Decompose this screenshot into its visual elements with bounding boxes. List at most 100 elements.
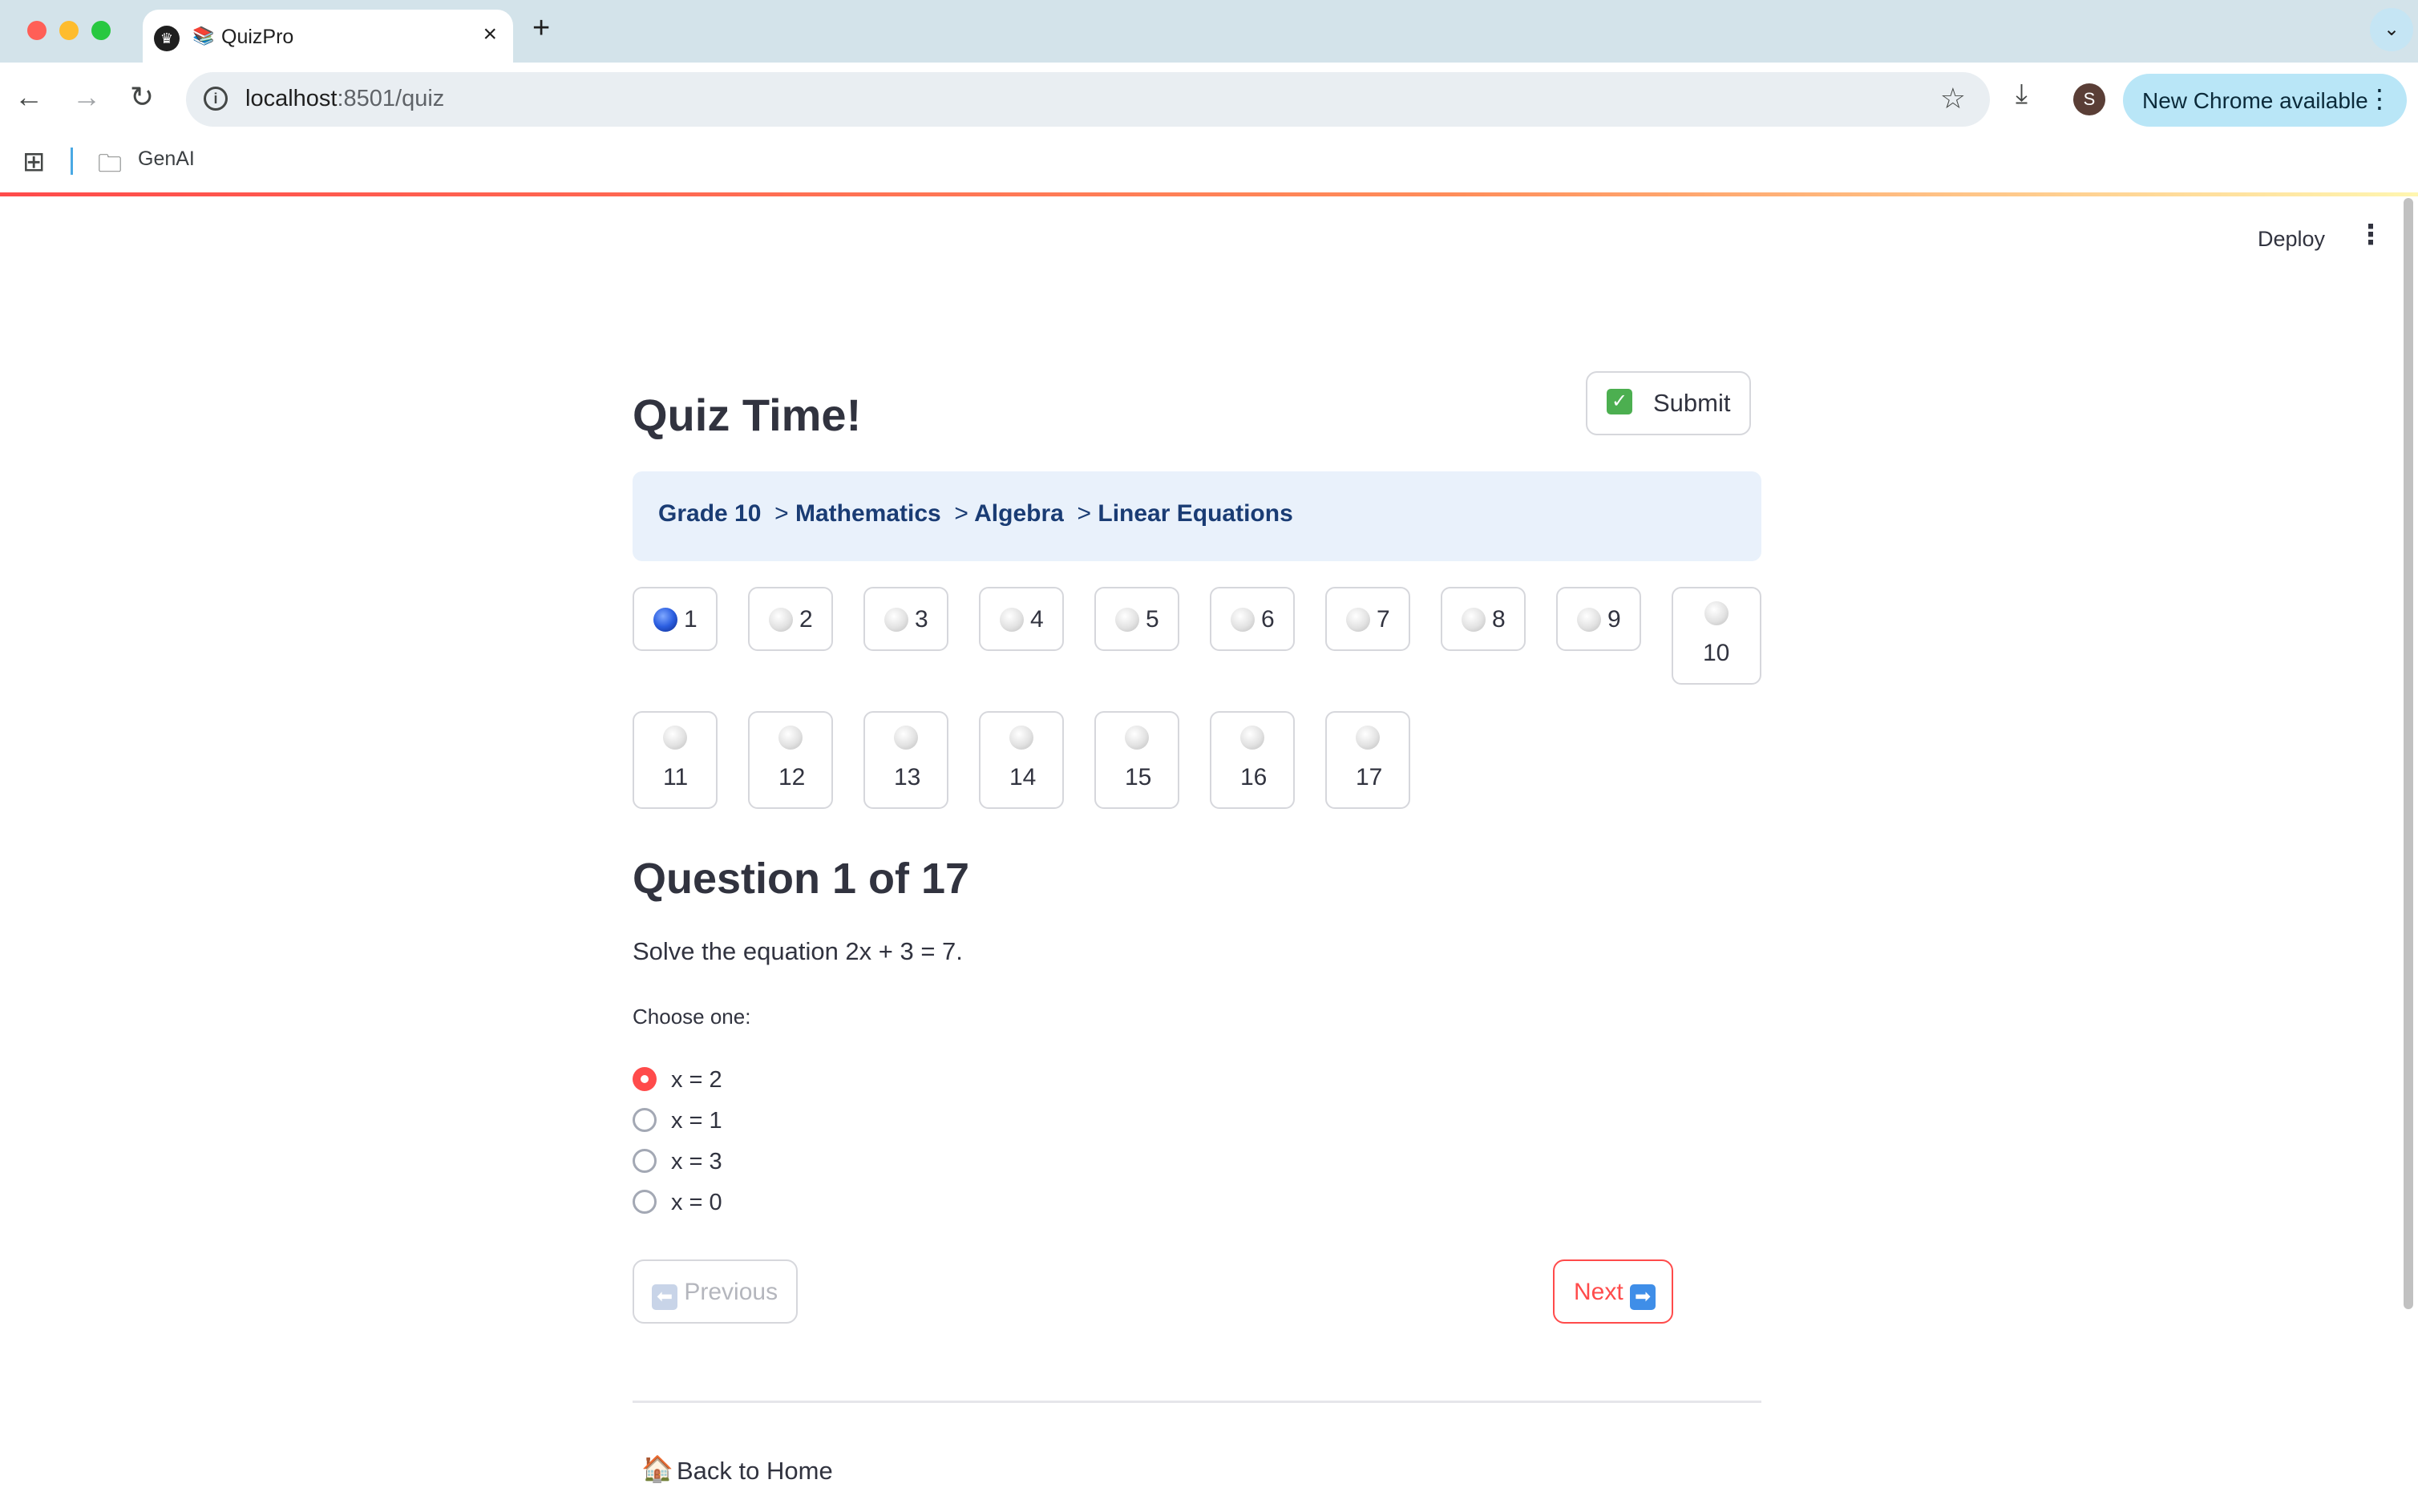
question-number: 17 — [1356, 764, 1383, 790]
question-number: 13 — [894, 764, 921, 790]
question-nav-button-6[interactable]: 6 — [1210, 587, 1295, 651]
status-dot-icon — [663, 726, 687, 750]
breadcrumb-grade: Grade 10 — [658, 500, 762, 527]
address-bar[interactable]: i localhost:8501/quiz ☆ — [186, 72, 1990, 127]
right-arrow-icon: ➡ — [1630, 1284, 1656, 1310]
question-number: 15 — [1125, 764, 1152, 790]
question-nav-button-16[interactable]: 16 — [1210, 711, 1295, 809]
question-nav-button-11[interactable]: 11 — [633, 711, 718, 809]
bookmarks-bar: ⊞ 🗀 GenAI — [0, 136, 2418, 192]
check-box-icon: ✓ — [1607, 389, 1632, 414]
question-nav-button-15[interactable]: 15 — [1094, 711, 1179, 809]
question-number: 9 — [1607, 606, 1621, 633]
question-number: 11 — [663, 764, 689, 790]
next-button[interactable]: Next ➡ — [1553, 1259, 1673, 1324]
minimize-window-button[interactable] — [59, 21, 79, 40]
breadcrumb-subject: Mathematics — [795, 500, 941, 527]
breadcrumb-text: Grade 10 > Mathematics > Algebra > Linea… — [658, 500, 1293, 527]
status-dot-icon — [1125, 726, 1149, 750]
apps-grid-icon[interactable]: ⊞ — [22, 146, 46, 178]
next-label: Next — [1574, 1279, 1623, 1305]
new-chrome-available-button[interactable]: New Chrome available ⋮ — [2123, 74, 2407, 127]
update-label: New Chrome available — [2142, 88, 2368, 113]
previous-label-wrap: ⬅ Previous — [652, 1279, 778, 1310]
folder-icon[interactable]: 🗀 — [98, 146, 122, 187]
maximize-window-button[interactable] — [91, 21, 111, 40]
question-nav-button-13[interactable]: 13 — [863, 711, 948, 809]
tab-search-chevron-icon[interactable]: ⌄ — [2370, 8, 2413, 51]
status-dot-icon — [1704, 601, 1729, 625]
option-label: x = 2 — [671, 1067, 722, 1093]
status-dot-icon — [1009, 726, 1033, 750]
status-dot-icon — [1115, 608, 1139, 632]
download-icon[interactable]: ⤓ — [2016, 79, 2028, 110]
question-number: 3 — [915, 606, 928, 633]
question-number: 6 — [1261, 606, 1275, 633]
question-number: 10 — [1703, 640, 1730, 666]
bookmark-star-icon[interactable]: ☆ — [1940, 82, 1966, 115]
question-nav-button-2[interactable]: 2 — [748, 587, 833, 651]
status-dot-icon — [894, 726, 918, 750]
previous-button[interactable]: ⬅ Previous — [633, 1259, 798, 1324]
status-dot-icon — [1000, 608, 1024, 632]
browser-tab-active[interactable]: ♛ 📚 QuizPro × — [143, 10, 513, 63]
radio-icon[interactable] — [633, 1190, 657, 1214]
new-tab-plus-icon[interactable]: + — [532, 11, 550, 46]
submit-button[interactable]: ✓ Submit — [1586, 371, 1751, 435]
section-divider — [633, 1401, 1761, 1403]
bookmarks-divider — [71, 148, 73, 175]
question-number: 2 — [799, 606, 813, 633]
question-number: 4 — [1030, 606, 1044, 633]
bookmark-folder-genai[interactable]: GenAI — [138, 148, 195, 171]
profile-avatar[interactable]: S — [2073, 83, 2105, 115]
question-nav-button-12[interactable]: 12 — [748, 711, 833, 809]
tab-title: QuizPro — [221, 26, 294, 48]
question-number: 12 — [778, 764, 806, 790]
status-dot-current-icon — [653, 608, 677, 632]
close-tab-icon[interactable]: × — [483, 21, 497, 48]
house-icon: 🏠 — [641, 1454, 673, 1483]
question-nav-button-14[interactable]: 14 — [979, 711, 1064, 809]
back-arrow-icon[interactable]: ← — [14, 80, 43, 114]
close-window-button[interactable] — [27, 21, 46, 40]
main-menu-icon[interactable]: ⋮ — [2357, 219, 2384, 251]
question-nav-button-5[interactable]: 5 — [1094, 587, 1179, 651]
browser-tab-bar: ♛ 📚 QuizPro × + ⌄ — [0, 0, 2418, 63]
status-dot-icon — [769, 608, 793, 632]
question-nav-button-17[interactable]: 17 — [1325, 711, 1410, 809]
app-main: Deploy ⋮ Quiz Time! ✓ Submit Grade 10 > … — [0, 196, 2418, 1512]
question-nav-button-1[interactable]: 1 — [633, 587, 718, 651]
radio-selected-icon[interactable] — [633, 1067, 657, 1091]
site-info-icon[interactable]: i — [204, 87, 228, 111]
page-scrollbar[interactable] — [2404, 198, 2413, 1309]
next-label-wrap: Next ➡ — [1574, 1279, 1656, 1310]
radio-icon[interactable] — [633, 1149, 657, 1173]
question-number: 5 — [1146, 606, 1159, 633]
question-nav-button-10[interactable]: 10 — [1672, 587, 1761, 685]
option-label: x = 0 — [671, 1190, 722, 1215]
status-dot-icon — [1577, 608, 1601, 632]
left-arrow-icon: ⬅ — [652, 1284, 677, 1310]
url-text[interactable]: localhost:8501/quiz — [245, 86, 444, 112]
more-vert-icon[interactable]: ⋮ — [2367, 83, 2392, 114]
page-title: Quiz Time! — [633, 390, 862, 440]
status-dot-icon — [1240, 726, 1264, 750]
option-label: x = 3 — [671, 1149, 722, 1174]
question-number: 7 — [1377, 606, 1390, 633]
radio-icon[interactable] — [633, 1108, 657, 1132]
forward-arrow-icon[interactable]: → — [72, 80, 101, 114]
submit-label: Submit — [1653, 389, 1731, 417]
choose-one-label: Choose one: — [633, 1005, 751, 1029]
question-nav-button-8[interactable]: 8 — [1441, 587, 1526, 651]
question-nav-button-3[interactable]: 3 — [863, 587, 948, 651]
deploy-button[interactable]: Deploy — [2258, 227, 2325, 252]
status-dot-icon — [778, 726, 803, 750]
reload-icon[interactable]: ↻ — [130, 80, 154, 114]
question-nav-button-7[interactable]: 7 — [1325, 587, 1410, 651]
status-dot-icon — [1356, 726, 1380, 750]
breadcrumb-topic: Algebra — [974, 500, 1064, 527]
status-dot-icon — [884, 608, 908, 632]
question-nav-button-9[interactable]: 9 — [1556, 587, 1641, 651]
question-nav-button-4[interactable]: 4 — [979, 587, 1064, 651]
question-heading: Question 1 of 17 — [633, 855, 970, 903]
